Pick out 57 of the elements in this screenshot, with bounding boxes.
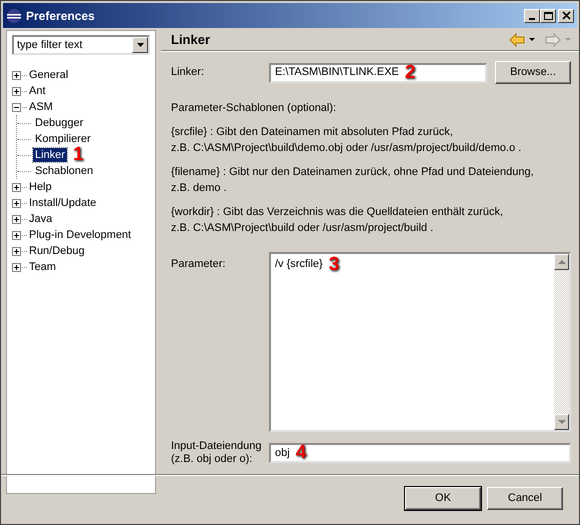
browse-button[interactable]: Browse... [495,61,571,84]
annotation-number: 2 [404,64,416,82]
field-label: Input-Dateiendung (z.B. obj oder o): [171,440,263,466]
minimize-icon [529,18,535,20]
tree-item[interactable]: Java [27,212,54,226]
extension-field[interactable]: obj 4 [269,443,571,463]
tree-item[interactable]: Run/Debug [27,244,87,258]
filter-combo[interactable]: type filter text [12,35,150,55]
tree-item[interactable]: Kompilierer [33,132,93,146]
template-description: {srcfile} : Gibt den Dateinamen mit absoluten Pfad zurück, z.B. C:\ASM\Project\build\demo.obj oder /usr/asm/project/build/demo.o . [171,125,522,156]
dropdown-button[interactable] [132,37,148,53]
expand-icon[interactable] [12,214,27,224]
back-arrow-icon[interactable] [509,33,537,47]
expand-icon[interactable] [12,246,27,256]
template-description: {filename} : Gibt nur den Dateinamen zurück, ohne Pfad und Dateiendung, z.B. demo . [171,165,535,196]
window-title: Preferences [26,8,96,24]
scroll-down-button[interactable] [554,414,569,430]
tree-item[interactable]: Debugger [33,116,86,130]
app-icon [6,8,22,24]
parameter-textarea[interactable]: /v {srcfile} 3 [269,252,554,432]
tree-item[interactable]: Install/Update [27,196,98,210]
ok-button[interactable]: OK [405,487,481,510]
tree-item[interactable]: Linker [33,148,67,162]
close-icon [560,10,572,20]
expand-icon[interactable] [12,182,27,192]
tree-item[interactable]: Team [27,260,58,274]
scroll-up-icon [558,260,566,264]
minimize-button[interactable] [524,8,540,22]
collapse-icon[interactable] [12,102,27,112]
tree-item[interactable]: General [27,68,70,82]
cancel-button[interactable]: Cancel [487,487,563,510]
field-label: Parameter: [171,257,226,272]
tree-item[interactable]: ASM [27,100,55,114]
expand-icon[interactable] [12,198,27,208]
tree-item[interactable]: Schablonen [33,164,96,178]
field-label: Linker: [171,65,206,80]
maximize-button[interactable] [540,8,556,22]
expand-icon[interactable] [12,70,27,80]
annotation-number: 3 [328,256,340,274]
linker-path-field[interactable]: E:\TASM\BIN\TLINK.EXE 2 [269,62,487,82]
intro-text: Parameter-Schablonen (optional): [171,101,338,116]
maximize-icon [542,10,554,20]
expand-icon[interactable] [12,230,27,240]
tree-item[interactable]: Ant [27,84,48,98]
scroll-down-icon [558,420,566,424]
template-description: {workdir} : Gibt das Verzeichnis was die Quelldateien enthält zurück, z.B. C:\ASM\Project\build oder /usr/asm/project/build . [171,205,504,236]
expand-icon[interactable] [12,262,27,272]
annotation-number: 1 [72,146,84,164]
expand-icon[interactable] [12,86,27,96]
page-title: Linker [171,31,212,50]
annotation-number: 4 [296,444,306,462]
scroll-up-button[interactable] [554,254,569,270]
close-button[interactable] [558,8,574,22]
tree-item[interactable]: Help [27,180,54,194]
scrollbar[interactable] [554,252,571,432]
tree-item[interactable]: Plug-in Development [27,228,134,242]
dropdown-arrow-icon [136,43,144,47]
